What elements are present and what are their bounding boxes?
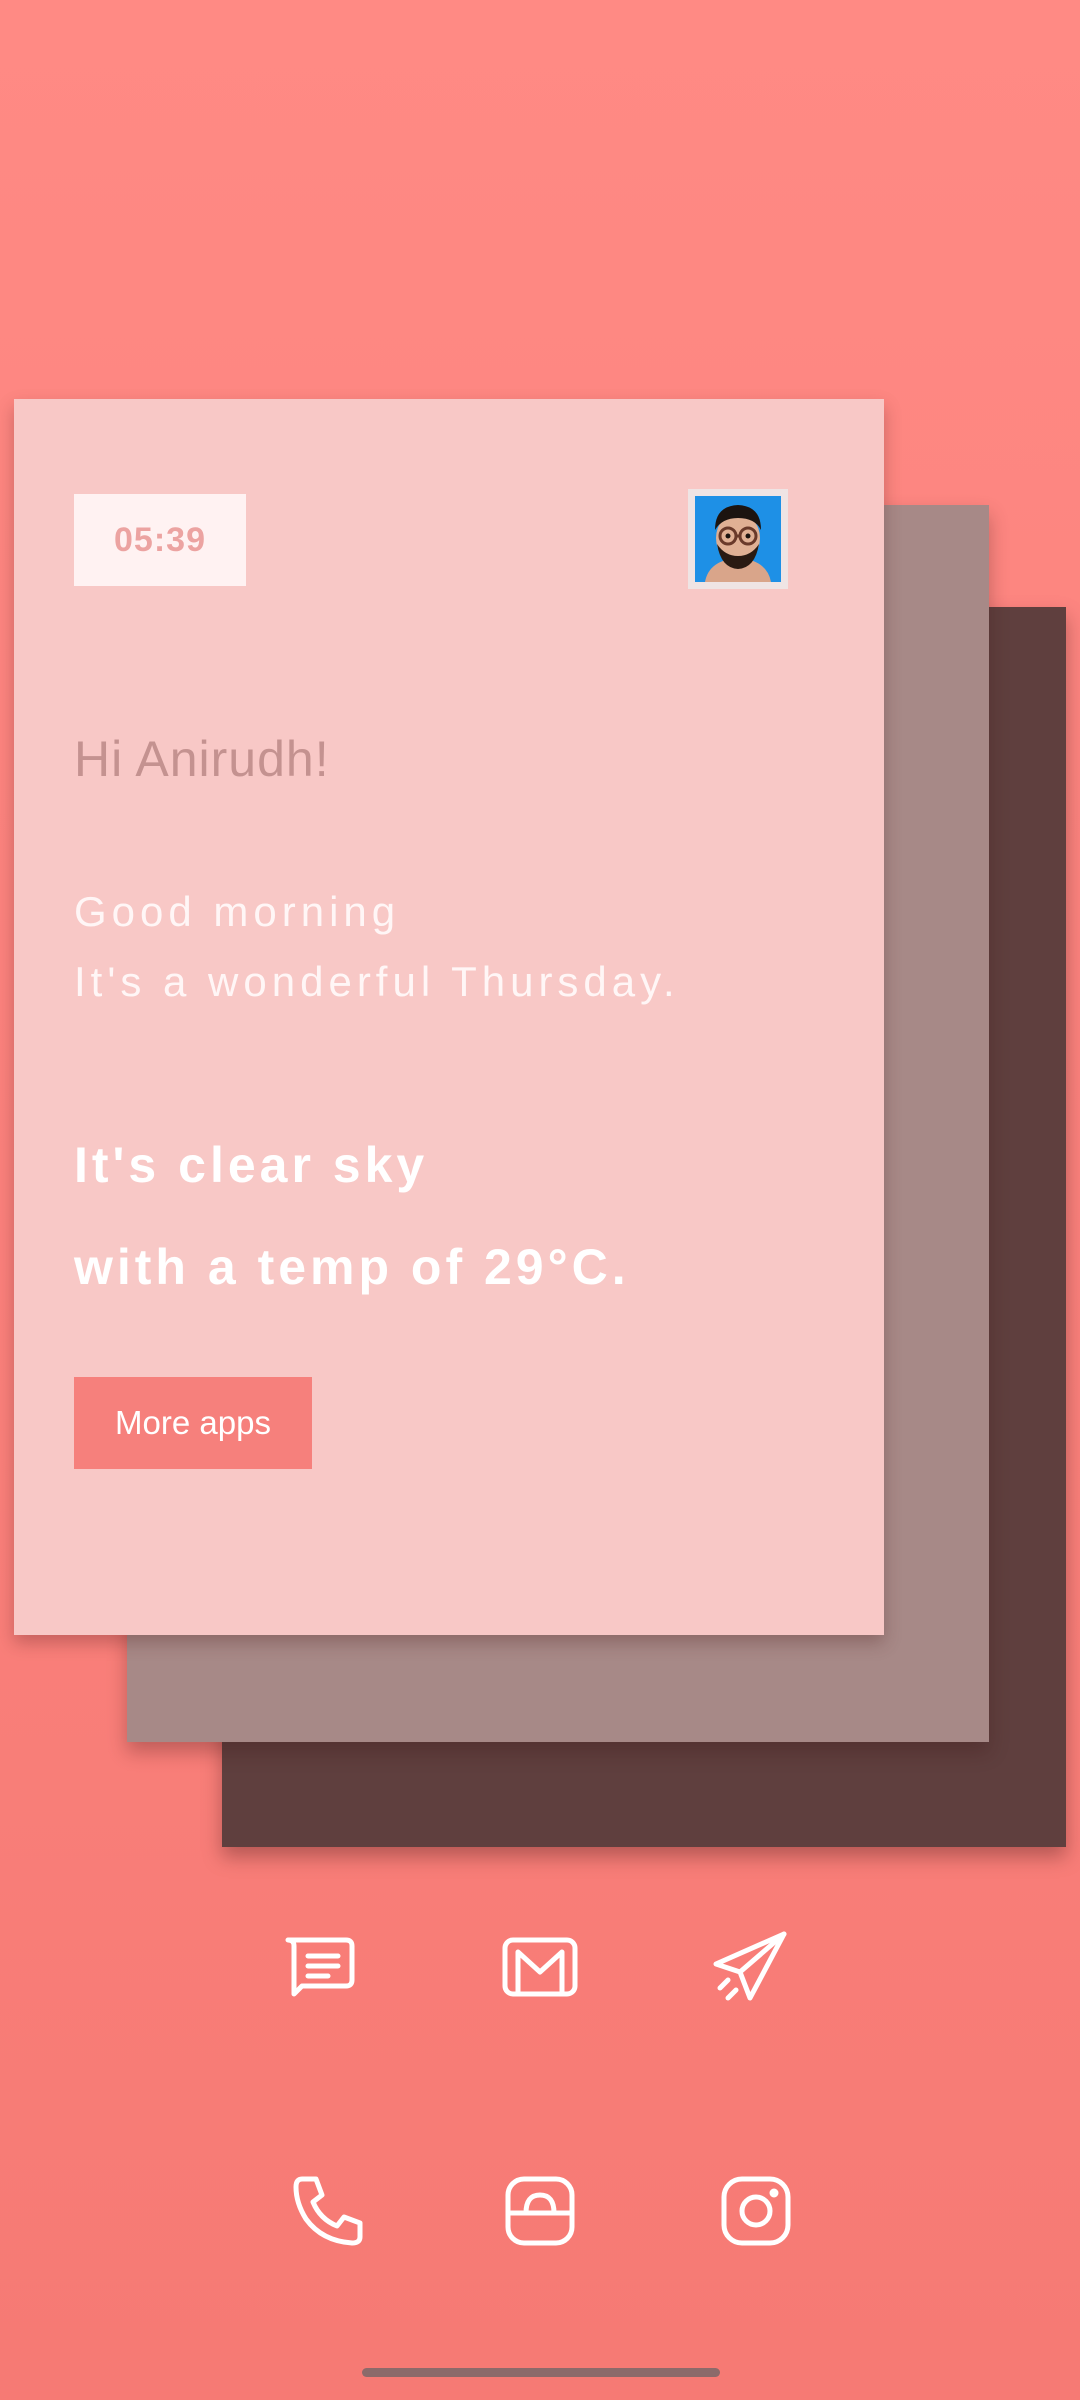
gmail-icon[interactable] <box>500 1926 580 2006</box>
avatar[interactable] <box>688 489 788 589</box>
greeting-text: Hi Anirudh! <box>74 731 330 787</box>
messages-icon[interactable] <box>280 1926 360 2006</box>
avatar-image <box>695 496 781 582</box>
telegram-icon[interactable] <box>710 1926 790 2006</box>
weather-condition-text: It's clear sky <box>74 1137 429 1193</box>
day-message-text: It's a wonderful Thursday. <box>74 958 680 1005</box>
more-apps-button[interactable]: More apps <box>74 1377 312 1469</box>
weather-temp-text: with a temp of 29°C. <box>74 1239 630 1295</box>
instagram-icon[interactable] <box>716 2171 796 2251</box>
phone-icon[interactable] <box>288 2171 368 2251</box>
home-indicator[interactable] <box>362 2368 720 2377</box>
time-of-day-text: Good morning <box>74 888 401 935</box>
store-icon[interactable] <box>500 2171 580 2251</box>
clock-time[interactable]: 05:39 <box>74 494 246 586</box>
